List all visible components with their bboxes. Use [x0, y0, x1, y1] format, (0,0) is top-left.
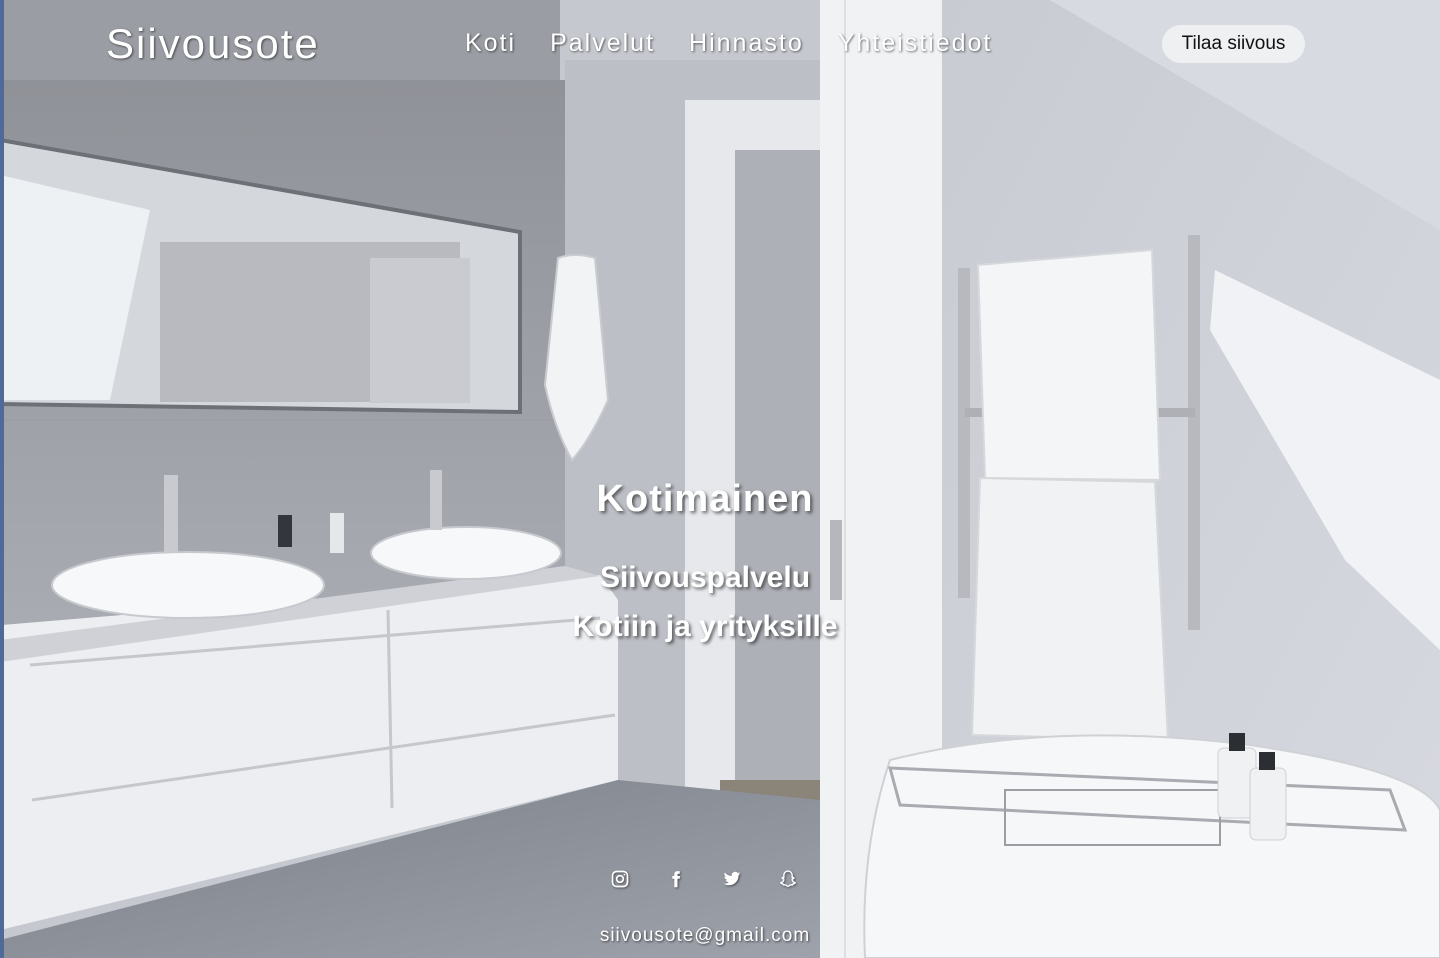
main-navigation: Koti Palvelut Hinnasto Yhteistiedot [465, 29, 1026, 58]
facebook-icon[interactable] [662, 865, 690, 893]
social-links [606, 865, 802, 893]
nav-item-yhteistiedot[interactable]: Yhteistiedot [838, 29, 993, 58]
site-header: Siivousote Koti Palvelut Hinnasto Yhteis… [0, 0, 1440, 90]
hero-subtitle: Siivouspalvelu Kotiin ja yrityksille [0, 553, 1410, 651]
nav-item-hinnasto[interactable]: Hinnasto [689, 29, 804, 58]
hero-title: Kotimainen [596, 478, 814, 520]
nav-item-palvelut[interactable]: Palvelut [550, 29, 655, 58]
nav-item-koti[interactable]: Koti [465, 29, 516, 58]
order-cleaning-button[interactable]: Tilaa siivous [1162, 25, 1305, 63]
hero-subtitle-line-2: Kotiin ja yrityksille [572, 610, 838, 643]
snapchat-icon[interactable] [774, 865, 802, 893]
site-logo[interactable]: Siivousote [106, 20, 320, 68]
hero-section: Kotimainen Siivouspalvelu Kotiin ja yrit… [0, 478, 1410, 651]
contact-email-link[interactable]: siivousote@gmail.com [0, 925, 1410, 947]
instagram-icon[interactable] [606, 865, 634, 893]
hero-subtitle-line-1: Siivouspalvelu [599, 561, 811, 594]
twitter-icon[interactable] [718, 865, 746, 893]
